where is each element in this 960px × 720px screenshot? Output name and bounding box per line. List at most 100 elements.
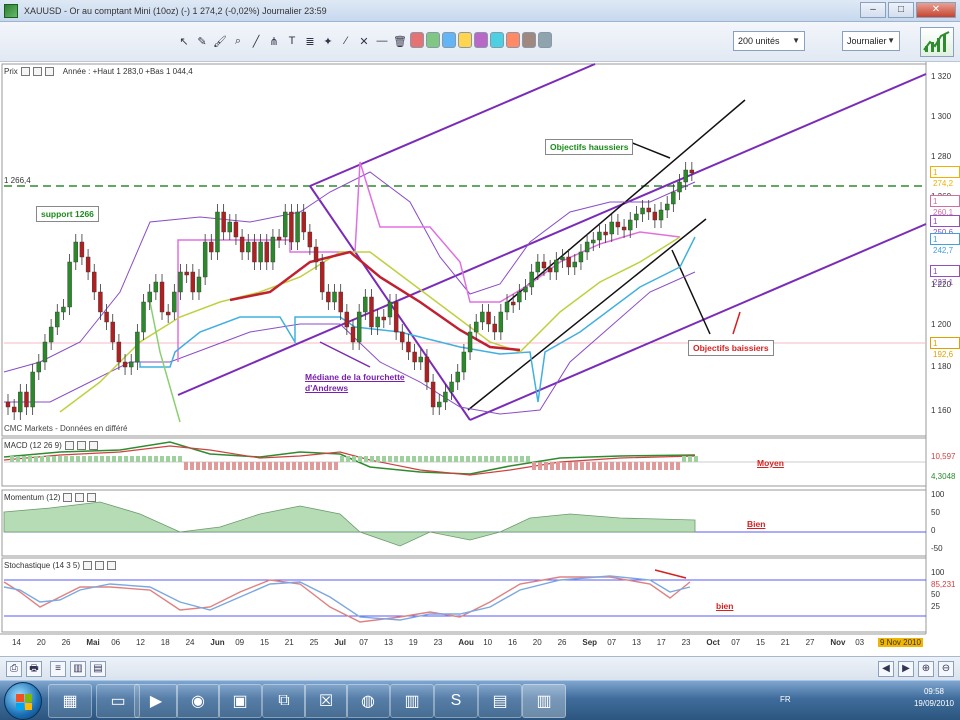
color-swatch[interactable] — [474, 32, 488, 48]
taskbar-network[interactable]: ⧉ — [262, 684, 306, 718]
fibonacci-icon[interactable]: ≣ — [302, 32, 318, 50]
candle-body — [584, 241, 590, 253]
color-swatch[interactable] — [442, 32, 456, 48]
taskbar-firefox[interactable]: ◍ — [346, 684, 390, 718]
taskbar-media[interactable]: ▶ — [134, 684, 178, 718]
close-button[interactable]: ✕ — [916, 2, 956, 18]
candle-body — [301, 211, 306, 233]
candle-body — [646, 207, 651, 213]
candle-body — [356, 311, 362, 343]
pitchfork-icon[interactable]: ⋔ — [266, 32, 282, 50]
candle-body — [523, 286, 528, 293]
system-clock[interactable]: 09:58 19/09/2010 — [914, 686, 954, 710]
scroll-right-icon[interactable]: ▶ — [898, 661, 914, 677]
bearish-targets-annotation: Objectifs baissiers — [688, 340, 774, 356]
settings-icon[interactable] — [95, 561, 105, 570]
macd-histogram-bar — [130, 456, 134, 462]
broker-logo-button[interactable] — [920, 27, 954, 57]
close-icon[interactable] — [88, 441, 98, 450]
language-indicator[interactable]: FR — [780, 695, 791, 704]
magic-icon[interactable]: ✦ — [320, 32, 336, 50]
bars-icon[interactable]: ▥ — [70, 661, 86, 677]
taskbar-webcam[interactable]: ◉ — [176, 684, 220, 718]
zoom-in-icon[interactable]: ⊕ — [918, 661, 934, 677]
paint-icon[interactable]: 🖌 — [212, 32, 228, 50]
print-icon[interactable]: ⎙ — [6, 661, 22, 677]
color-swatch[interactable] — [426, 32, 440, 48]
macd-histogram-bar — [604, 462, 608, 470]
period-select-value: Journalier — [847, 36, 887, 46]
taskbar-movie[interactable]: ▣ — [218, 684, 262, 718]
color-swatch[interactable] — [490, 32, 504, 48]
chart-icon[interactable]: ▤ — [90, 661, 106, 677]
taskbar-app[interactable]: ☒ — [304, 684, 348, 718]
time-tick-label: 20 — [36, 638, 46, 647]
candle-body — [510, 301, 516, 306]
wrench-icon[interactable] — [20, 67, 30, 76]
color-swatch[interactable] — [410, 32, 424, 48]
maximize-button[interactable]: □ — [888, 2, 914, 18]
list-icon[interactable]: ≡ — [50, 661, 66, 677]
line-icon[interactable]: ╱ — [248, 32, 264, 50]
wrench-icon[interactable] — [83, 561, 93, 570]
time-tick-label: 06 — [111, 638, 121, 647]
horizontal-line-icon[interactable]: ― — [374, 32, 390, 50]
color-swatch[interactable] — [522, 32, 536, 48]
close-icon[interactable] — [107, 561, 117, 570]
taskbar-folder[interactable]: ▥ — [390, 684, 434, 718]
candle-body — [332, 291, 337, 303]
settings-icon[interactable] — [32, 67, 42, 76]
pencil-icon[interactable]: ✎ — [194, 32, 210, 50]
time-tick-label: Jul — [334, 638, 346, 647]
close-icon[interactable] — [44, 67, 54, 76]
color-swatch[interactable] — [458, 32, 472, 48]
text-icon[interactable]: T — [284, 32, 300, 50]
macd-histogram-bar — [76, 456, 80, 462]
wrench-icon[interactable] — [64, 441, 74, 450]
settings-icon[interactable] — [75, 493, 85, 502]
candle-body — [492, 323, 497, 333]
candle-body — [135, 331, 140, 363]
taskbar-skype[interactable]: S — [434, 684, 478, 718]
macd-histogram-bar — [352, 456, 356, 462]
candle-body — [449, 381, 454, 393]
price-tag: 1 250,6 — [930, 215, 960, 237]
macd-histogram-bar — [472, 456, 476, 462]
chart-area[interactable]: Prix Année : +Haut 1 283,0 +Bas 1 044,4 … — [0, 62, 960, 656]
candle-body — [289, 211, 294, 243]
candle-body — [233, 221, 239, 238]
zoom-icon[interactable]: ⌕ — [230, 32, 246, 50]
macd-histogram-bar — [208, 462, 212, 470]
time-tick-label: 20 — [532, 638, 542, 647]
wand-icon[interactable]: ⁄ — [338, 32, 354, 50]
taskbar-explorer[interactable]: ▦ — [48, 684, 92, 718]
macd-histogram-bar — [370, 456, 374, 462]
candle-body — [313, 246, 319, 263]
macd-histogram-bar — [178, 456, 182, 462]
close-icon[interactable] — [87, 493, 97, 502]
color-swatch[interactable] — [538, 32, 552, 48]
color-swatch[interactable] — [506, 32, 520, 48]
candle-body — [246, 241, 251, 253]
candle-body — [597, 231, 602, 241]
stoch-rating: bien — [716, 601, 734, 611]
minimize-button[interactable]: – — [860, 2, 886, 18]
macd-histogram-bar — [202, 462, 206, 470]
cross-icon[interactable]: ✕ — [356, 32, 372, 50]
taskbar-word[interactable]: ▤ — [478, 684, 522, 718]
wrench-icon[interactable] — [63, 493, 73, 502]
folder-icon: ▭ — [110, 693, 126, 710]
period-select[interactable]: Journalier ▼ — [842, 31, 900, 51]
trash-icon[interactable]: 🗑 — [392, 32, 408, 50]
units-select[interactable]: 200 unités ▼ — [733, 31, 805, 51]
taskbar-trading-app[interactable]: ▥ — [522, 684, 566, 718]
chart-canvas[interactable] — [0, 62, 960, 656]
price-panel-label: Prix — [4, 67, 18, 76]
macd-histogram-bar — [274, 462, 278, 470]
start-button[interactable] — [4, 682, 42, 720]
cursor-icon[interactable]: ↖ — [176, 32, 192, 50]
zoom-out-icon[interactable]: ⊖ — [938, 661, 954, 677]
printer-icon[interactable]: 🖶 — [26, 661, 42, 677]
settings-icon[interactable] — [76, 441, 86, 450]
scroll-left-icon[interactable]: ◀ — [878, 661, 894, 677]
